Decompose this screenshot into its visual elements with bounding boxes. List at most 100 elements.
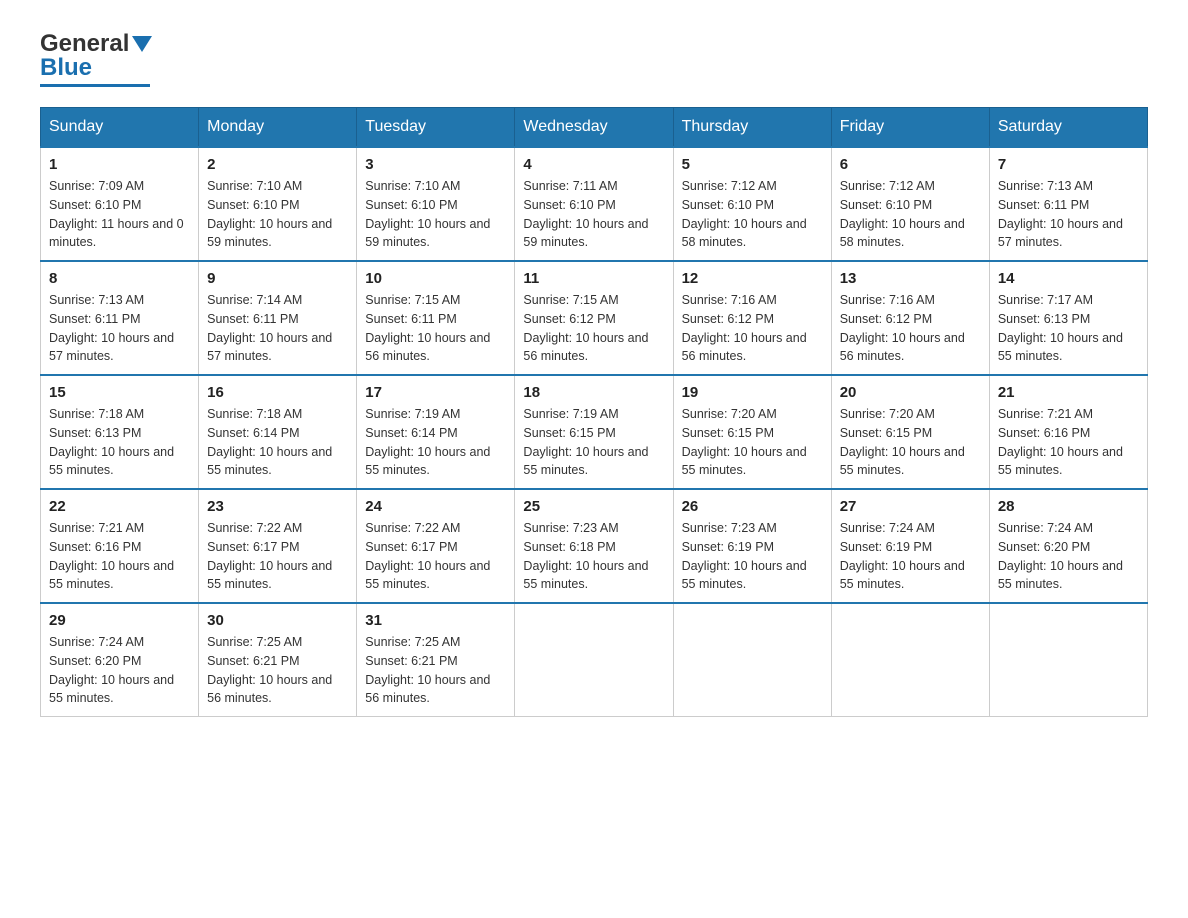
calendar-cell: 17 Sunrise: 7:19 AMSunset: 6:14 PMDaylig… <box>357 375 515 489</box>
logo-underline <box>40 84 150 87</box>
calendar-cell: 28 Sunrise: 7:24 AMSunset: 6:20 PMDaylig… <box>989 489 1147 603</box>
day-number: 17 <box>365 384 506 401</box>
day-info: Sunrise: 7:21 AMSunset: 6:16 PMDaylight:… <box>49 521 174 591</box>
day-number: 30 <box>207 612 348 629</box>
day-info: Sunrise: 7:09 AMSunset: 6:10 PMDaylight:… <box>49 179 184 249</box>
day-info: Sunrise: 7:22 AMSunset: 6:17 PMDaylight:… <box>207 521 332 591</box>
day-info: Sunrise: 7:10 AMSunset: 6:10 PMDaylight:… <box>365 179 490 249</box>
day-number: 16 <box>207 384 348 401</box>
column-header-thursday: Thursday <box>673 108 831 148</box>
calendar-cell: 11 Sunrise: 7:15 AMSunset: 6:12 PMDaylig… <box>515 261 673 375</box>
day-info: Sunrise: 7:25 AMSunset: 6:21 PMDaylight:… <box>207 635 332 705</box>
column-header-friday: Friday <box>831 108 989 148</box>
day-info: Sunrise: 7:23 AMSunset: 6:19 PMDaylight:… <box>682 521 807 591</box>
day-info: Sunrise: 7:22 AMSunset: 6:17 PMDaylight:… <box>365 521 490 591</box>
day-number: 20 <box>840 384 981 401</box>
day-info: Sunrise: 7:20 AMSunset: 6:15 PMDaylight:… <box>840 407 965 477</box>
calendar-cell: 20 Sunrise: 7:20 AMSunset: 6:15 PMDaylig… <box>831 375 989 489</box>
day-number: 6 <box>840 156 981 173</box>
day-number: 12 <box>682 270 823 287</box>
column-header-wednesday: Wednesday <box>515 108 673 148</box>
day-number: 19 <box>682 384 823 401</box>
calendar-cell: 1 Sunrise: 7:09 AMSunset: 6:10 PMDayligh… <box>41 147 199 261</box>
day-info: Sunrise: 7:13 AMSunset: 6:11 PMDaylight:… <box>998 179 1123 249</box>
day-info: Sunrise: 7:14 AMSunset: 6:11 PMDaylight:… <box>207 293 332 363</box>
logo-blue-word: Blue <box>40 54 92 82</box>
day-info: Sunrise: 7:16 AMSunset: 6:12 PMDaylight:… <box>840 293 965 363</box>
day-info: Sunrise: 7:24 AMSunset: 6:20 PMDaylight:… <box>49 635 174 705</box>
day-info: Sunrise: 7:18 AMSunset: 6:13 PMDaylight:… <box>49 407 174 477</box>
day-number: 27 <box>840 498 981 515</box>
day-info: Sunrise: 7:13 AMSunset: 6:11 PMDaylight:… <box>49 293 174 363</box>
day-number: 2 <box>207 156 348 173</box>
calendar-cell: 10 Sunrise: 7:15 AMSunset: 6:11 PMDaylig… <box>357 261 515 375</box>
calendar-cell: 18 Sunrise: 7:19 AMSunset: 6:15 PMDaylig… <box>515 375 673 489</box>
day-number: 31 <box>365 612 506 629</box>
column-header-tuesday: Tuesday <box>357 108 515 148</box>
day-info: Sunrise: 7:11 AMSunset: 6:10 PMDaylight:… <box>523 179 648 249</box>
calendar-cell <box>831 603 989 717</box>
calendar-cell <box>673 603 831 717</box>
calendar-cell: 31 Sunrise: 7:25 AMSunset: 6:21 PMDaylig… <box>357 603 515 717</box>
column-header-sunday: Sunday <box>41 108 199 148</box>
calendar-cell <box>515 603 673 717</box>
day-number: 8 <box>49 270 190 287</box>
day-info: Sunrise: 7:16 AMSunset: 6:12 PMDaylight:… <box>682 293 807 363</box>
day-number: 11 <box>523 270 664 287</box>
calendar-cell: 6 Sunrise: 7:12 AMSunset: 6:10 PMDayligh… <box>831 147 989 261</box>
day-number: 3 <box>365 156 506 173</box>
calendar-cell: 15 Sunrise: 7:18 AMSunset: 6:13 PMDaylig… <box>41 375 199 489</box>
logo: General Blue <box>40 30 152 87</box>
calendar-cell: 9 Sunrise: 7:14 AMSunset: 6:11 PMDayligh… <box>199 261 357 375</box>
calendar-cell: 23 Sunrise: 7:22 AMSunset: 6:17 PMDaylig… <box>199 489 357 603</box>
day-info: Sunrise: 7:19 AMSunset: 6:14 PMDaylight:… <box>365 407 490 477</box>
day-info: Sunrise: 7:15 AMSunset: 6:11 PMDaylight:… <box>365 293 490 363</box>
day-number: 21 <box>998 384 1139 401</box>
calendar-cell: 25 Sunrise: 7:23 AMSunset: 6:18 PMDaylig… <box>515 489 673 603</box>
calendar-table: SundayMondayTuesdayWednesdayThursdayFrid… <box>40 107 1148 717</box>
calendar-cell: 7 Sunrise: 7:13 AMSunset: 6:11 PMDayligh… <box>989 147 1147 261</box>
day-number: 22 <box>49 498 190 515</box>
calendar-cell: 21 Sunrise: 7:21 AMSunset: 6:16 PMDaylig… <box>989 375 1147 489</box>
calendar-cell: 5 Sunrise: 7:12 AMSunset: 6:10 PMDayligh… <box>673 147 831 261</box>
calendar-week-row: 29 Sunrise: 7:24 AMSunset: 6:20 PMDaylig… <box>41 603 1148 717</box>
day-info: Sunrise: 7:24 AMSunset: 6:19 PMDaylight:… <box>840 521 965 591</box>
page-header: General Blue <box>40 30 1148 87</box>
calendar-cell: 19 Sunrise: 7:20 AMSunset: 6:15 PMDaylig… <box>673 375 831 489</box>
day-number: 7 <box>998 156 1139 173</box>
calendar-week-row: 8 Sunrise: 7:13 AMSunset: 6:11 PMDayligh… <box>41 261 1148 375</box>
day-info: Sunrise: 7:15 AMSunset: 6:12 PMDaylight:… <box>523 293 648 363</box>
calendar-cell: 24 Sunrise: 7:22 AMSunset: 6:17 PMDaylig… <box>357 489 515 603</box>
calendar-cell: 22 Sunrise: 7:21 AMSunset: 6:16 PMDaylig… <box>41 489 199 603</box>
day-number: 5 <box>682 156 823 173</box>
day-info: Sunrise: 7:21 AMSunset: 6:16 PMDaylight:… <box>998 407 1123 477</box>
calendar-cell: 16 Sunrise: 7:18 AMSunset: 6:14 PMDaylig… <box>199 375 357 489</box>
day-number: 25 <box>523 498 664 515</box>
calendar-week-row: 15 Sunrise: 7:18 AMSunset: 6:13 PMDaylig… <box>41 375 1148 489</box>
calendar-header-row: SundayMondayTuesdayWednesdayThursdayFrid… <box>41 108 1148 148</box>
day-info: Sunrise: 7:12 AMSunset: 6:10 PMDaylight:… <box>682 179 807 249</box>
calendar-cell: 27 Sunrise: 7:24 AMSunset: 6:19 PMDaylig… <box>831 489 989 603</box>
day-number: 15 <box>49 384 190 401</box>
day-number: 28 <box>998 498 1139 515</box>
day-info: Sunrise: 7:20 AMSunset: 6:15 PMDaylight:… <box>682 407 807 477</box>
day-info: Sunrise: 7:10 AMSunset: 6:10 PMDaylight:… <box>207 179 332 249</box>
day-number: 26 <box>682 498 823 515</box>
day-number: 1 <box>49 156 190 173</box>
day-info: Sunrise: 7:17 AMSunset: 6:13 PMDaylight:… <box>998 293 1123 363</box>
day-number: 18 <box>523 384 664 401</box>
column-header-saturday: Saturday <box>989 108 1147 148</box>
day-number: 13 <box>840 270 981 287</box>
calendar-cell <box>989 603 1147 717</box>
calendar-cell: 8 Sunrise: 7:13 AMSunset: 6:11 PMDayligh… <box>41 261 199 375</box>
calendar-cell: 4 Sunrise: 7:11 AMSunset: 6:10 PMDayligh… <box>515 147 673 261</box>
calendar-cell: 13 Sunrise: 7:16 AMSunset: 6:12 PMDaylig… <box>831 261 989 375</box>
day-number: 24 <box>365 498 506 515</box>
day-info: Sunrise: 7:23 AMSunset: 6:18 PMDaylight:… <box>523 521 648 591</box>
day-info: Sunrise: 7:24 AMSunset: 6:20 PMDaylight:… <box>998 521 1123 591</box>
calendar-cell: 30 Sunrise: 7:25 AMSunset: 6:21 PMDaylig… <box>199 603 357 717</box>
calendar-cell: 3 Sunrise: 7:10 AMSunset: 6:10 PMDayligh… <box>357 147 515 261</box>
day-number: 23 <box>207 498 348 515</box>
day-info: Sunrise: 7:18 AMSunset: 6:14 PMDaylight:… <box>207 407 332 477</box>
calendar-week-row: 22 Sunrise: 7:21 AMSunset: 6:16 PMDaylig… <box>41 489 1148 603</box>
